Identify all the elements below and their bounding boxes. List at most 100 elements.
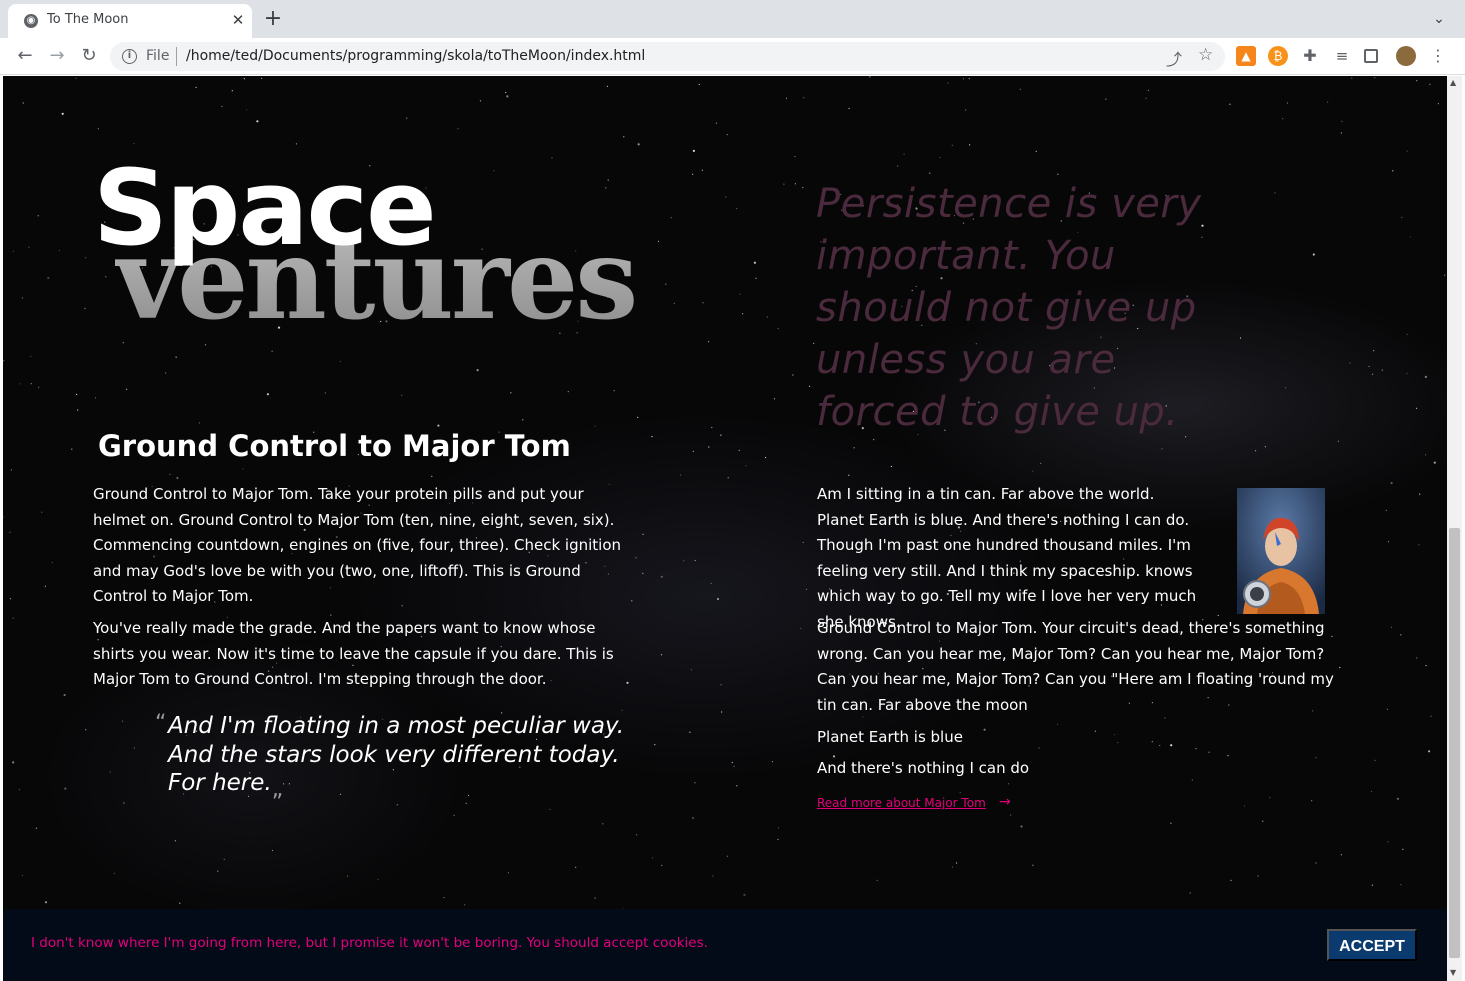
metamask-icon[interactable]: ▲	[1236, 46, 1256, 66]
vertical-scrollbar[interactable]: ▲ ▼	[1447, 76, 1462, 981]
scrollbar-thumb[interactable]	[1449, 528, 1460, 958]
star-dot	[1286, 102, 1288, 104]
share-icon[interactable]: ⤴	[1166, 46, 1182, 70]
star-dot	[1340, 132, 1342, 134]
star-dot	[1437, 103, 1439, 105]
star-dot	[179, 902, 181, 904]
star-dot	[377, 878, 379, 881]
arrow-left-icon[interactable]: ←	[13, 44, 37, 68]
star-dot	[1170, 822, 1172, 824]
star-dot	[567, 391, 569, 393]
star-dot	[9, 531, 11, 533]
star-dot	[575, 866, 577, 868]
star-dot	[1019, 88, 1021, 90]
star-dot	[1385, 509, 1387, 511]
omnibox-divider	[176, 47, 177, 66]
star-dot	[51, 562, 54, 564]
read-more-link[interactable]: Read more about Major Tom	[817, 796, 986, 810]
star-dot	[765, 456, 767, 459]
star-icon[interactable]: ☆	[1198, 45, 1213, 65]
star-dot	[755, 277, 757, 279]
star-dot	[37, 215, 39, 217]
star-dot	[21, 874, 24, 877]
star-dot	[897, 165, 899, 167]
star-dot	[1349, 362, 1351, 364]
open-quote-mark: “	[155, 711, 167, 736]
star-dot	[85, 729, 87, 731]
blockquote-line-1: And I'm floating in a most peculiar way.	[168, 713, 625, 739]
star-dot	[38, 386, 40, 388]
star-dot	[493, 170, 495, 172]
plus-icon[interactable]: +	[262, 8, 284, 30]
accept-cookies-button[interactable]: ACCEPT	[1327, 929, 1417, 961]
star-dot	[694, 559, 696, 562]
star-dot	[670, 217, 672, 219]
star-dot	[652, 857, 654, 859]
star-dot	[642, 533, 644, 535]
star-dot	[771, 761, 774, 763]
star-dot	[175, 356, 177, 358]
star-dot	[720, 684, 722, 686]
star-dot	[959, 792, 961, 794]
star-dot	[1406, 372, 1408, 374]
star-dot	[1416, 657, 1418, 659]
media-list-icon[interactable]: ≡	[1332, 46, 1352, 66]
star-dot	[21, 297, 23, 299]
star-dot	[510, 392, 512, 394]
star-dot	[35, 827, 38, 829]
puzzle-icon[interactable]: ✚	[1300, 46, 1320, 66]
star-dot	[1105, 98, 1107, 100]
chevron-down-icon[interactable]: ⌄	[1428, 8, 1450, 30]
star-dot	[1370, 791, 1373, 793]
profile-avatar[interactable]	[1396, 46, 1416, 66]
browser-tab[interactable]: ◉ To The Moon ✕	[8, 4, 252, 38]
star-dot	[551, 157, 553, 159]
bitcoin-icon[interactable]: ₿	[1268, 46, 1288, 66]
star-dot	[1430, 715, 1432, 717]
cookie-banner: I don't know where I'm going from here, …	[3, 909, 1447, 981]
star-dot	[1391, 626, 1393, 628]
star-dot	[637, 143, 640, 146]
star-dot	[1371, 884, 1373, 886]
star-dot	[347, 875, 349, 877]
star-dot	[453, 814, 455, 816]
arrow-right-icon[interactable]: →	[45, 44, 69, 68]
scroll-up-arrow-icon[interactable]: ▲	[1450, 78, 1456, 87]
star-dot	[965, 109, 967, 111]
star-dot	[76, 393, 78, 395]
star-dot	[698, 83, 700, 86]
star-dot	[1387, 841, 1389, 843]
star-dot	[665, 283, 667, 285]
star-dot	[813, 342, 815, 344]
url-scheme-label: File	[146, 48, 170, 64]
side-panel-icon[interactable]	[1364, 49, 1378, 63]
star-dot	[701, 169, 704, 171]
star-dot	[217, 870, 219, 872]
star-dot	[1351, 77, 1353, 79]
star-dot	[10, 469, 12, 471]
star-dot	[1374, 77, 1376, 79]
star-dot	[712, 875, 714, 877]
star-dot	[951, 866, 954, 868]
star-dot	[1032, 864, 1034, 866]
close-icon[interactable]: ✕	[228, 10, 248, 30]
url-text[interactable]: /home/ted/Documents/programming/skola/to…	[186, 48, 645, 64]
scroll-down-arrow-icon[interactable]: ▼	[1450, 968, 1456, 977]
star-dot	[637, 416, 639, 418]
address-bar[interactable]: i File /home/ted/Documents/programming/s…	[110, 42, 1225, 71]
star-dot	[721, 711, 723, 713]
star-dot	[1257, 875, 1259, 877]
star-dot	[121, 720, 124, 722]
info-icon[interactable]: i	[122, 49, 137, 64]
star-dot	[1400, 634, 1402, 636]
arrow-right-icon[interactable]: →	[999, 794, 1011, 810]
star-dot	[1040, 462, 1042, 464]
star-dot	[692, 450, 694, 452]
star-dot	[1416, 407, 1418, 409]
star-dot	[792, 374, 794, 376]
reload-icon[interactable]: ↻	[77, 44, 101, 68]
kebab-menu-icon[interactable]: ⋮	[1428, 46, 1448, 66]
star-dot	[939, 156, 941, 158]
star-dot	[465, 802, 467, 805]
star-dot	[396, 804, 398, 806]
